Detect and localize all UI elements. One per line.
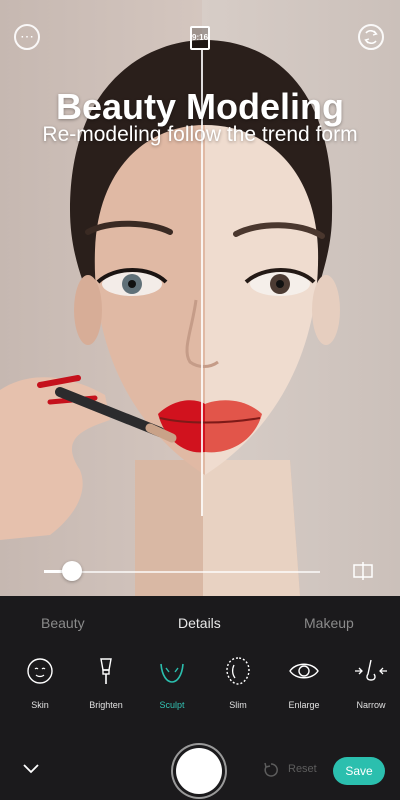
tool-narrow[interactable]: Narrow bbox=[342, 656, 400, 710]
tool-label: Brighten bbox=[89, 700, 123, 710]
eye-icon bbox=[289, 663, 319, 679]
tool-label: Enlarge bbox=[288, 700, 320, 710]
tool-label: Narrow bbox=[356, 700, 386, 710]
beauty-editor-screen: ⋯ 9:16 Beauty Modeling Re-modeling follo… bbox=[0, 0, 400, 800]
tab-details[interactable]: Details bbox=[178, 615, 221, 631]
brush-icon bbox=[100, 658, 112, 684]
tool-skin[interactable]: Skin bbox=[11, 656, 69, 710]
tab-beauty[interactable]: Beauty bbox=[41, 615, 85, 631]
face-smile-icon bbox=[27, 658, 53, 684]
tool-slim[interactable]: Slim bbox=[209, 656, 267, 710]
promo-title: Beauty Modeling bbox=[55, 86, 345, 127]
intensity-slider-knob[interactable] bbox=[62, 561, 82, 581]
tool-brighten[interactable]: Brighten bbox=[77, 656, 135, 710]
more-options-icon[interactable]: ⋯ bbox=[14, 24, 40, 50]
tool-label: Sculpt bbox=[159, 700, 185, 710]
tool-enlarge[interactable]: Enlarge bbox=[275, 656, 333, 710]
rotate-camera-icon[interactable] bbox=[358, 24, 384, 50]
face-outline-icon bbox=[226, 657, 250, 685]
collapse-chevron-icon[interactable] bbox=[22, 762, 40, 776]
tool-sculpt[interactable]: Sculpt bbox=[143, 656, 201, 710]
tool-label: Slim bbox=[229, 700, 247, 710]
intensity-slider-track[interactable] bbox=[44, 571, 320, 573]
tab-makeup[interactable]: Makeup bbox=[304, 615, 354, 631]
nose-icon bbox=[355, 659, 387, 681]
compare-icon[interactable] bbox=[352, 562, 374, 580]
category-tabs: Beauty Details Makeup bbox=[0, 596, 400, 648]
save-button[interactable]: Save bbox=[333, 757, 385, 785]
capture-button[interactable] bbox=[176, 748, 222, 794]
reset-icon[interactable] bbox=[262, 761, 280, 779]
aspect-ratio-button[interactable]: 9:16 bbox=[190, 26, 210, 50]
promo-subtitle: Re-modeling follow the trend form bbox=[42, 123, 358, 146]
jaw-icon bbox=[160, 663, 184, 683]
photo-preview: ⋯ 9:16 Beauty Modeling Re-modeling follo… bbox=[0, 0, 400, 596]
reset-button[interactable]: Reset bbox=[288, 763, 317, 775]
tool-label: Skin bbox=[31, 700, 49, 710]
